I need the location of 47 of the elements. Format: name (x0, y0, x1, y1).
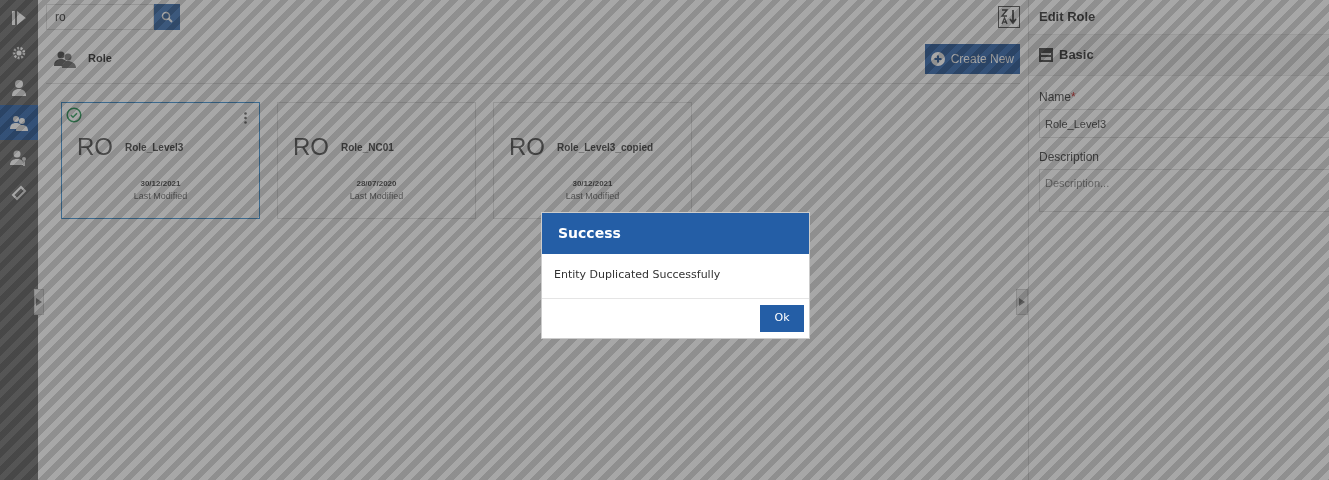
name-field[interactable]: Role_Level3 (1039, 109, 1329, 138)
search-button[interactable] (154, 4, 180, 30)
role-card[interactable]: RO Role_Level3 30/12/2021 Last Modified (61, 102, 260, 219)
sort-icon (1000, 8, 1018, 26)
expand-icon (10, 8, 28, 27)
description-field[interactable]: Description... (1039, 169, 1329, 212)
user-key-icon (10, 148, 28, 167)
panel-title: Edit Role (1038, 8, 1097, 27)
user-icon (10, 78, 28, 97)
sidebar-item[interactable] (0, 105, 38, 140)
check-circle-icon (66, 107, 82, 123)
more-vertical-icon[interactable] (244, 112, 247, 124)
role-initials: RO (293, 132, 329, 162)
role-initials: RO (77, 132, 113, 162)
field-label: Description (1039, 149, 1100, 166)
dialog-message: Entity Duplicated Successfully (554, 268, 721, 281)
users-icon (54, 49, 76, 68)
page-title: Role (88, 51, 112, 67)
modified-date: 30/12/2021 (140, 178, 181, 190)
modified-label: Last Modified (349, 190, 404, 203)
dialog-title: Success (542, 213, 809, 254)
play-icon (36, 298, 42, 306)
role-initials: RO (509, 132, 545, 162)
search-field[interactable]: ro (46, 4, 154, 30)
ok-button[interactable]: Ok (760, 305, 804, 332)
role-card[interactable]: RO Role_NC01 28/07/2020 Last Modified (277, 102, 476, 219)
modified-label: Last Modified (565, 190, 620, 203)
plus-circle-icon (930, 51, 945, 66)
role-name: Role_Level3 (125, 140, 184, 155)
role-name: Role_Level3_copied (557, 140, 654, 155)
modified-date: 30/12/2021 (572, 178, 613, 190)
collapse-handle[interactable] (1016, 289, 1028, 315)
create-new-button[interactable]: Create New (924, 43, 1020, 74)
play-icon (1019, 298, 1025, 306)
role-name: Role_NC01 (341, 140, 394, 155)
modified-date: 28/07/2020 (356, 178, 397, 190)
sort-button[interactable] (998, 6, 1020, 28)
search-icon (161, 11, 173, 23)
users-icon (10, 113, 28, 132)
ticket-icon (10, 183, 28, 202)
form-icon (1039, 48, 1053, 62)
collapse-handle[interactable] (34, 289, 44, 315)
modified-label: Last Modified (133, 190, 188, 203)
role-card[interactable]: RO Role_Level3_copied 30/12/2021 Last Modified (493, 102, 692, 219)
section-title: Basic (1059, 46, 1094, 65)
required-mark: * (1071, 89, 1076, 106)
field-label: Name (1039, 89, 1071, 106)
